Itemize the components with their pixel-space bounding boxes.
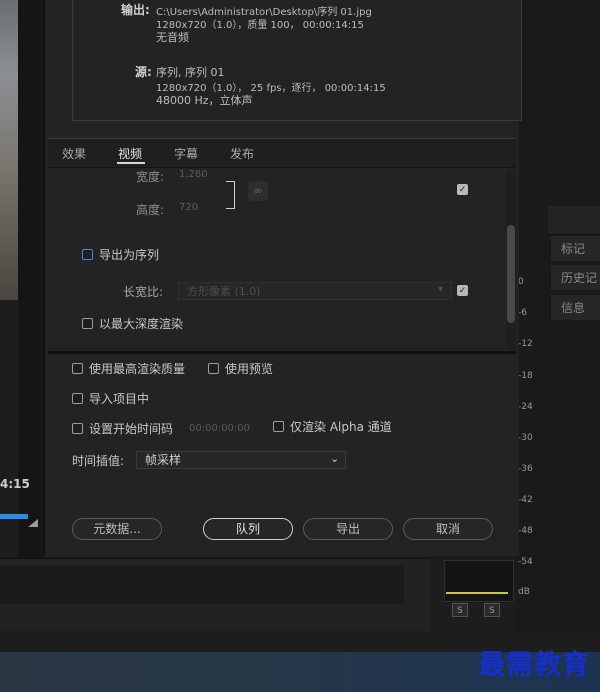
meter-label: -36 xyxy=(518,464,533,474)
playhead-handle[interactable] xyxy=(28,519,38,527)
export-button[interactable]: 导出 xyxy=(303,518,393,540)
meter-label: -12 xyxy=(518,339,533,349)
solo-left-button[interactable]: S xyxy=(452,603,468,617)
width-value[interactable]: 1,280 xyxy=(179,169,208,180)
alpha-only-checkbox[interactable] xyxy=(273,421,284,432)
cancel-button[interactable]: 取消 xyxy=(403,518,493,540)
meter-label: dB xyxy=(518,587,530,597)
audio-meter-level xyxy=(446,592,508,594)
tab-video[interactable]: 视频 xyxy=(118,145,142,162)
max-depth-checkbox[interactable] xyxy=(82,318,93,329)
source-name: 序列, 序列 01 xyxy=(156,66,225,79)
meter-label: -54 xyxy=(518,557,533,567)
output-audio: 无音频 xyxy=(156,31,189,44)
source-label: 源: xyxy=(135,65,152,79)
max-depth-label: 以最大深度渲染 xyxy=(99,317,184,331)
output-label: 输出: xyxy=(121,3,150,17)
program-video-preview xyxy=(0,0,18,300)
chevron-down-icon: ▾ xyxy=(438,284,444,295)
tab-history[interactable]: 历史记 xyxy=(551,265,600,291)
aspect-label: 长宽比: xyxy=(123,285,164,299)
aspect-ratio-select[interactable]: 方形像素 (1.0) xyxy=(178,282,452,300)
tab-info[interactable]: 信息 xyxy=(551,295,600,321)
start-timecode-checkbox[interactable] xyxy=(72,423,83,434)
tab-effects[interactable]: 效果 xyxy=(62,145,86,162)
solo-right-button[interactable]: S xyxy=(484,603,500,617)
export-sequence-label: 导出为序列 xyxy=(99,248,160,262)
timeline-track xyxy=(0,566,404,604)
start-timecode-field[interactable]: 00:00:00:00 xyxy=(189,423,250,434)
dimension-link-bracket xyxy=(226,181,235,209)
alpha-only-label: 仅渲染 Alpha 通道 xyxy=(290,420,392,434)
meter-label: 0 xyxy=(518,277,524,287)
use-preview-label: 使用预览 xyxy=(225,362,274,376)
settings-scrollbar-thumb[interactable] xyxy=(507,225,515,323)
playhead-bar[interactable] xyxy=(0,514,28,519)
panel-divider[interactable] xyxy=(48,351,516,354)
use-preview-checkbox[interactable] xyxy=(208,363,219,374)
export-sequence-checkbox[interactable] xyxy=(82,249,93,260)
height-label: 高度: xyxy=(136,203,165,217)
right-panel-header xyxy=(548,206,600,235)
meter-label: -30 xyxy=(518,433,533,443)
tab-captions[interactable]: 字幕 xyxy=(174,145,198,162)
tab-publish[interactable]: 发布 xyxy=(230,145,254,162)
max-quality-label: 使用最高渲染质量 xyxy=(89,362,186,376)
watermark: 最需教育 xyxy=(478,650,590,681)
meter-label: -48 xyxy=(518,526,533,536)
max-quality-checkbox[interactable] xyxy=(72,363,83,374)
source-audio: 48000 Hz，立体声 xyxy=(156,94,253,107)
start-timecode-label: 设置开始时间码 xyxy=(89,422,174,436)
tab-markers[interactable]: 标记 xyxy=(551,236,600,262)
match-size-checkbox[interactable]: ✓ xyxy=(457,184,468,195)
audio-meter xyxy=(444,560,514,602)
interpolation-select[interactable]: 帧采样 xyxy=(136,451,346,469)
meter-label: -42 xyxy=(518,495,533,505)
meter-label: -6 xyxy=(518,308,527,318)
link-icon[interactable]: ∞ xyxy=(248,181,268,201)
meter-label: -24 xyxy=(518,402,533,412)
import-project-checkbox[interactable] xyxy=(72,393,83,404)
program-timecode: 4:15 xyxy=(0,477,30,491)
width-label: 宽度: xyxy=(136,170,165,184)
height-value[interactable]: 720 xyxy=(179,202,198,213)
active-tab-indicator xyxy=(117,162,145,164)
match-aspect-checkbox[interactable]: ✓ xyxy=(457,285,468,296)
meter-label: -18 xyxy=(518,371,533,381)
chevron-down-icon: ⌄ xyxy=(330,452,340,465)
left-panel xyxy=(18,0,44,560)
interpolation-label: 时间插值: xyxy=(72,454,125,468)
queue-button[interactable]: 队列 xyxy=(203,518,293,540)
import-project-label: 导入项目中 xyxy=(89,392,150,406)
metadata-button[interactable]: 元数据... xyxy=(72,518,162,540)
